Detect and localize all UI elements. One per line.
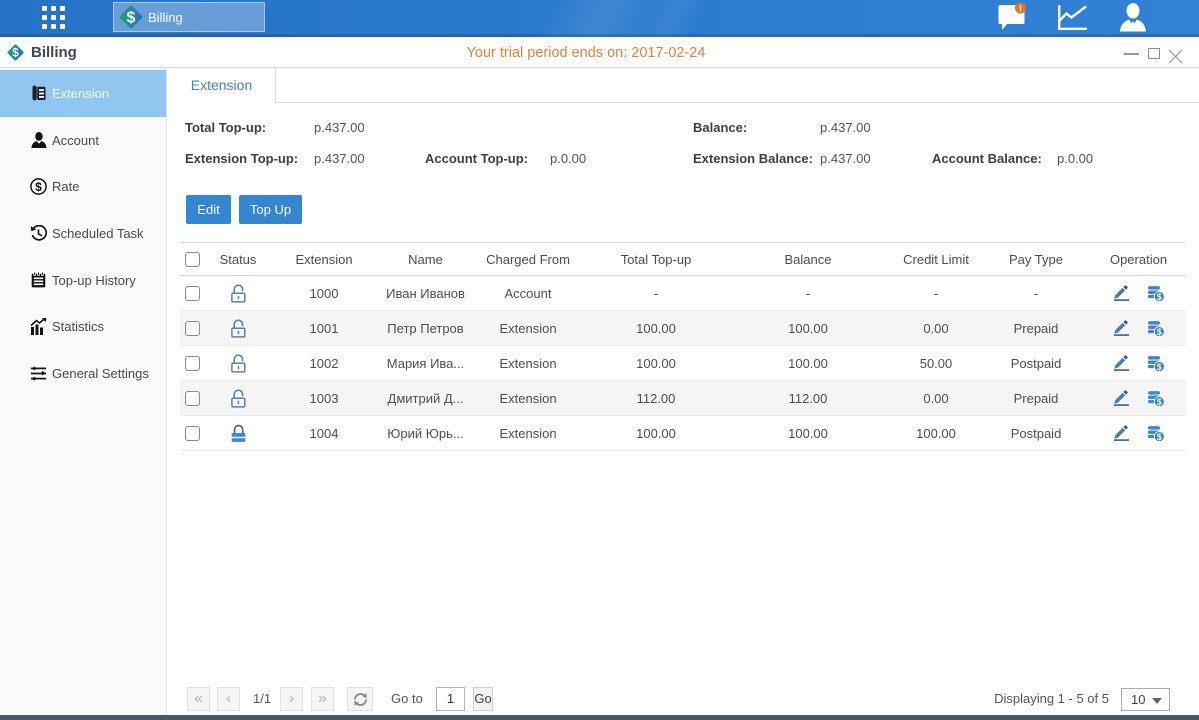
- svg-text:$: $: [1156, 396, 1161, 406]
- svg-text:$: $: [1156, 291, 1161, 301]
- svg-text:$: $: [1156, 361, 1161, 371]
- svg-text:$: $: [35, 180, 42, 194]
- svg-text:!: !: [1019, 4, 1022, 14]
- svg-text:$: $: [1156, 326, 1161, 336]
- svg-text:$: $: [127, 10, 136, 27]
- svg-text:$: $: [1156, 431, 1161, 441]
